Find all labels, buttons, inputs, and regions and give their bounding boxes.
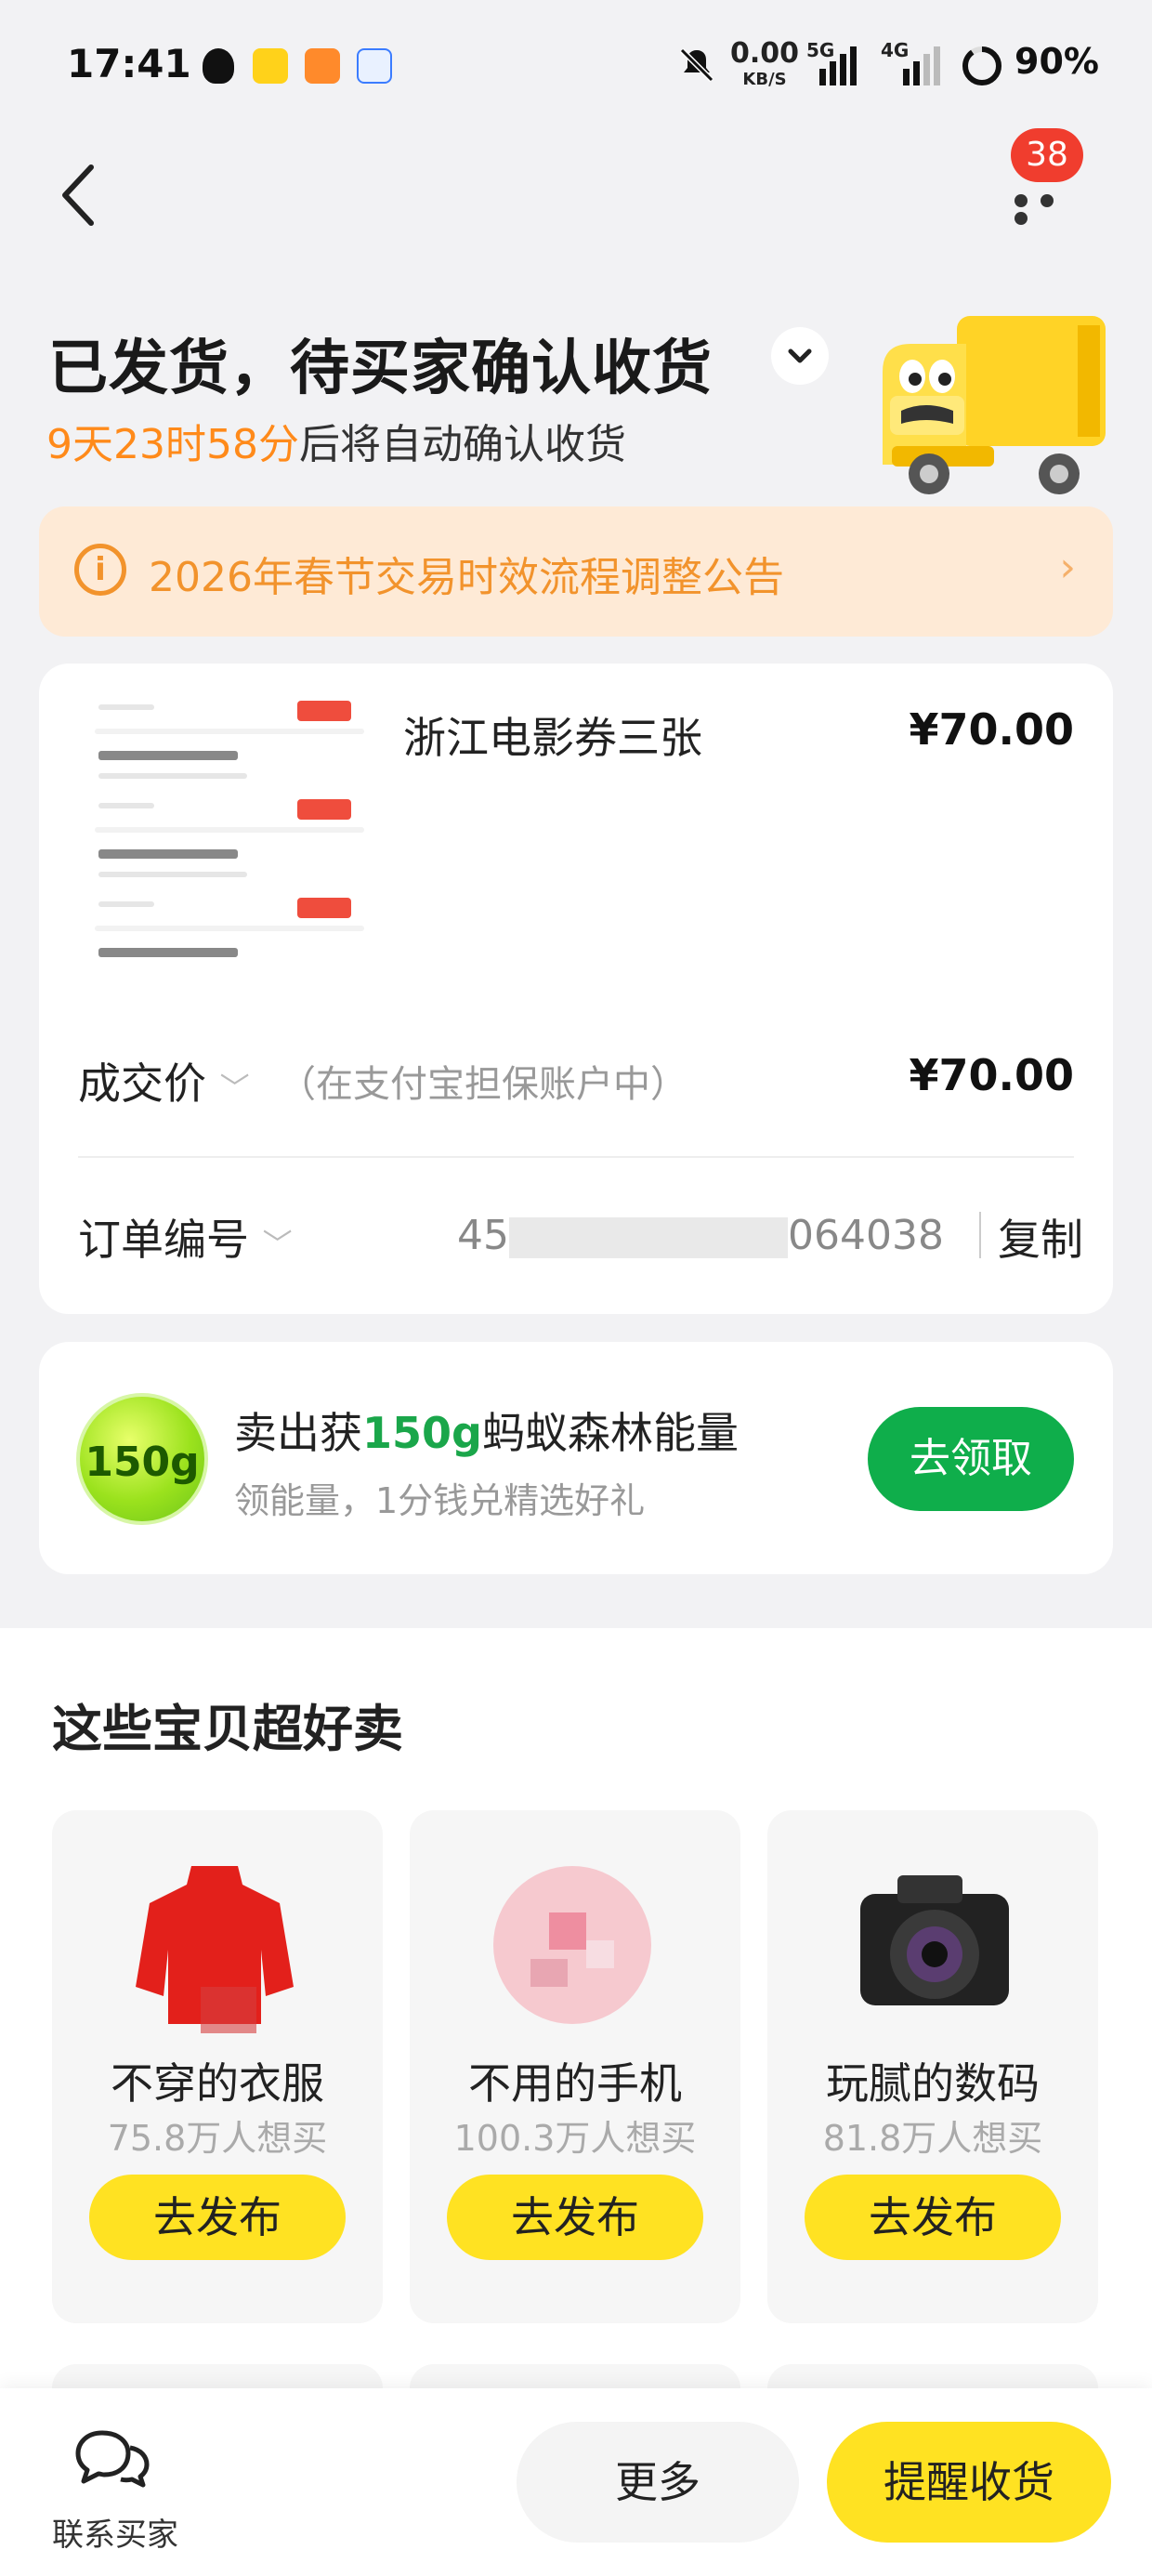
product-price: ¥70.00 [909, 704, 1074, 755]
back-button[interactable] [56, 158, 102, 232]
announcement-banner[interactable]: i 2026年春节交易时效流程调整公告 › [39, 506, 1113, 637]
chevron-right-icon: › [1059, 544, 1076, 591]
recommend-item-digital[interactable]: 玩腻的数码 81.8万人想买 去发布 [767, 1810, 1098, 2323]
energy-title: 卖出获150g蚂蚁森林能量 [234, 1400, 739, 1461]
signal-5g-icon: 5G [806, 39, 862, 85]
battery-icon [961, 45, 1003, 87]
claim-energy-button[interactable]: 去领取 [868, 1407, 1074, 1511]
chevron-left-icon [62, 164, 94, 226]
countdown-value: 9天23时58分 [46, 421, 299, 468]
signal-5g-label: 5G [806, 39, 835, 61]
signal-4g-label: 4G [881, 39, 910, 61]
recommend-item-name: 不用的手机 [468, 2058, 682, 2109]
chevron-down-icon: ﹀ [219, 1071, 250, 1106]
app-notify-icon-2 [305, 48, 340, 84]
recommend-item-clothes[interactable]: 不穿的衣服 75.8万人想买 去发布 [52, 1810, 383, 2323]
countdown-suffix: 后将自动确认收货 [298, 421, 626, 468]
product-thumbnail[interactable] [85, 691, 401, 970]
auto-confirm-countdown: 9天23时58分后将自动确认收货 [46, 411, 626, 470]
order-number-start: 45 [457, 1212, 509, 1259]
qq-app-icon [203, 48, 234, 84]
more-options-icon[interactable] [1015, 193, 1089, 225]
order-number-label: 订单编号 [78, 1215, 249, 1265]
network-speed: 0.00 KB/S [730, 37, 800, 93]
energy-title-suffix: 蚂蚁森林能量 [481, 1408, 739, 1458]
phone-image [475, 1847, 670, 2043]
remind-receipt-button[interactable]: 提醒收货 [827, 2422, 1111, 2543]
clothes-image [117, 1847, 312, 2043]
mute-icon [678, 46, 715, 84]
recommend-item-count: 75.8万人想买 [107, 2118, 328, 2159]
order-card: 浙江电影券三张 ¥70.00 成交价 ﹀ （在支付宝担保账户中） ¥70.00 … [39, 664, 1113, 1314]
divider-vertical [979, 1212, 981, 1258]
deal-price-label: 成交价 [78, 1058, 206, 1109]
divider [78, 1156, 1074, 1158]
battery-level: 90% [1015, 41, 1099, 82]
recommend-item-name: 不穿的衣服 [111, 2058, 324, 2109]
publish-button[interactable]: 去发布 [805, 2175, 1061, 2260]
energy-ball-icon: 150g [76, 1393, 208, 1525]
app-notify-icon [253, 48, 288, 84]
deal-price-hint: （在支付宝担保账户中） [279, 1063, 687, 1106]
publish-button[interactable]: 去发布 [447, 2175, 703, 2260]
chevron-down-icon [788, 348, 812, 363]
energy-title-prefix: 卖出获 [234, 1408, 362, 1458]
order-number-masked [509, 1217, 788, 1258]
chevron-down-icon: ﹀ [262, 1227, 293, 1262]
recommend-item-phone[interactable]: 不用的手机 100.3万人想买 去发布 [410, 1810, 740, 2323]
signal-4g-icon: 4G [881, 39, 946, 85]
order-status-title[interactable]: 已发货，待买家确认收货 [48, 321, 713, 406]
app-notify-icon-3 [357, 48, 392, 84]
forest-energy-card: 150g 卖出获150g蚂蚁森林能量 领能量，1分钱兑精选好礼 去领取 [39, 1342, 1113, 1574]
status-time: 17:41 [67, 41, 191, 86]
recommend-item-count: 100.3万人想买 [453, 2118, 697, 2159]
order-number-label-row[interactable]: 订单编号 ﹀ [78, 1206, 293, 1268]
contact-buyer-label[interactable]: 联系买家 [52, 2509, 178, 2555]
publish-button[interactable]: 去发布 [89, 2175, 346, 2260]
deal-price: ¥70.00 [909, 1050, 1074, 1100]
announcement-text: 2026年春节交易时效流程调整公告 [149, 554, 784, 601]
delivery-truck-illustration [864, 307, 1115, 502]
info-icon: i [74, 544, 126, 596]
camera-image [832, 1847, 1028, 2043]
network-speed-value: 0.00 [730, 37, 800, 70]
network-speed-unit: KB/S [742, 70, 787, 89]
message-badge: 38 [1011, 128, 1083, 182]
deal-price-label-row[interactable]: 成交价 ﹀ [78, 1050, 250, 1111]
energy-amount: 150g [362, 1408, 482, 1458]
product-name[interactable]: 浙江电影券三张 [403, 704, 702, 766]
recommend-title: 这些宝贝超好卖 [52, 1700, 403, 1758]
more-button[interactable]: 更多 [517, 2422, 799, 2543]
recommend-item-count: 81.8万人想买 [822, 2118, 1043, 2159]
chat-icon[interactable] [74, 2425, 151, 2491]
order-number-end: 064038 [788, 1212, 944, 1259]
copy-order-number-button[interactable]: 复制 [985, 1206, 1083, 1268]
energy-subtitle: 领能量，1分钱兑精选好礼 [234, 1480, 646, 1521]
recommend-item-name: 玩腻的数码 [826, 2058, 1040, 2109]
order-number: 45 064038 [457, 1212, 944, 1259]
status-expand-button[interactable] [771, 327, 829, 385]
bottom-action-bar: 联系买家 更多 提醒收货 [0, 2388, 1152, 2576]
